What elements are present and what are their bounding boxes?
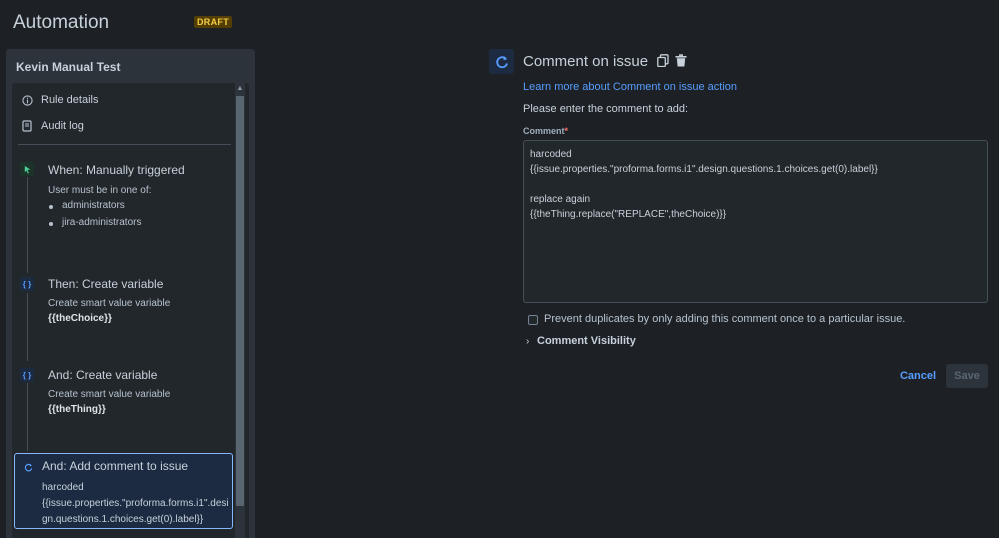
step-connector: [27, 383, 28, 451]
bullet: [49, 205, 53, 209]
comment-prompt: Please enter the comment to add:: [523, 103, 689, 115]
copy-icon[interactable]: [657, 54, 669, 68]
menu-divider: [18, 144, 231, 145]
braces-icon: { }: [20, 368, 34, 382]
comment-label-text: Comment: [523, 126, 565, 136]
variable-name: {{theThing}}: [48, 404, 106, 415]
action-title: Comment on issue: [523, 53, 649, 70]
variable-name: {{theChoice}}: [48, 313, 112, 324]
rule-name: Kevin Manual Test: [16, 60, 121, 74]
learn-more-link[interactable]: Learn more about Comment on issue action: [523, 81, 737, 93]
menu-audit-log-label: Audit log: [41, 120, 84, 132]
step-trigger-text: User must be in one of:: [48, 185, 152, 196]
cursor-trigger-icon: [20, 162, 34, 176]
menu-rule-details[interactable]: Rule details: [20, 93, 98, 107]
cancel-button[interactable]: Cancel: [897, 364, 939, 388]
scroll-up-arrow-icon[interactable]: ▲: [236, 85, 244, 93]
comment-textarea[interactable]: harcoded {{issue.properties."proforma.fo…: [523, 140, 988, 303]
braces-icon: { }: [20, 277, 34, 291]
step-connector: [27, 177, 28, 273]
step-trigger-title: When: Manually triggered: [48, 163, 185, 177]
step-comment-preview: harcoded {{issue.properties."proforma.fo…: [42, 482, 229, 525]
step-connector: [27, 293, 28, 361]
scroll-thumb[interactable]: [236, 96, 244, 506]
sidebar-scrollbar[interactable]: ▲: [235, 83, 245, 538]
document-icon: [20, 119, 34, 133]
step-title: Then: Create variable: [48, 277, 164, 291]
comment-field-label: Comment*: [523, 126, 568, 136]
step-title: And: Create variable: [48, 368, 158, 382]
comment-visibility-toggle[interactable]: Comment Visibility: [537, 335, 636, 347]
required-marker: *: [564, 126, 569, 136]
prevent-duplicates-checkbox[interactable]: [528, 315, 538, 325]
prevent-duplicates-label[interactable]: Prevent duplicates by only adding this c…: [544, 313, 905, 325]
info-icon: [20, 93, 34, 107]
rule-steps-list: Rule details Audit log When: Manually tr…: [12, 83, 249, 538]
draft-badge: DRAFT: [194, 16, 232, 28]
chevron-right-icon[interactable]: ›: [526, 336, 529, 347]
group-item: jira-administrators: [62, 217, 142, 228]
menu-rule-details-label: Rule details: [41, 94, 99, 106]
step-add-comment-selected[interactable]: And: Add comment to issue harcoded {{iss…: [14, 453, 233, 529]
menu-audit-log[interactable]: Audit log: [20, 119, 84, 133]
trash-icon[interactable]: [675, 54, 687, 67]
comment-refresh-icon: [489, 49, 514, 74]
step-text: Create smart value variable: [48, 298, 171, 309]
comment-refresh-icon: [21, 460, 35, 474]
rule-sidebar: Kevin Manual Test Rule details Audit log…: [6, 49, 255, 538]
step-text: Create smart value variable: [48, 389, 171, 400]
bullet: [49, 222, 53, 226]
app-title: Automation: [13, 12, 110, 33]
group-item: administrators: [62, 200, 125, 211]
save-button[interactable]: Save: [946, 364, 988, 388]
step-title: And: Add comment to issue: [42, 459, 189, 473]
